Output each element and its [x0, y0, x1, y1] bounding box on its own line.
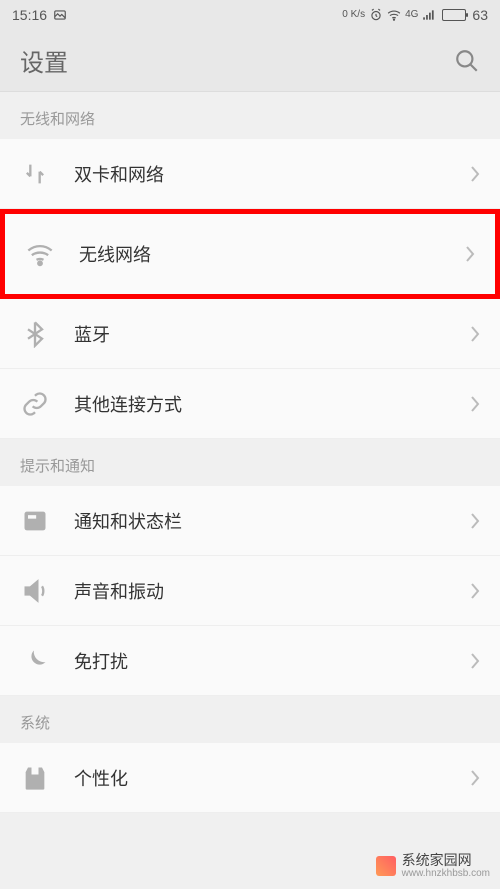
list-item-wifi[interactable]: 无线网络 [5, 214, 495, 294]
header: 设置 [0, 30, 500, 92]
list-item-label: 个性化 [74, 765, 470, 791]
status-time: 15:16 [12, 7, 47, 23]
watermark: 系统家园网 www.hnzkhbsb.com [376, 853, 490, 879]
chevron-right-icon [470, 652, 480, 670]
page-title: 设置 [20, 43, 68, 78]
battery-icon [440, 8, 468, 22]
bluetooth-icon [20, 319, 50, 349]
link-icon [20, 389, 50, 419]
wifi-icon [25, 239, 55, 269]
notification-icon [20, 506, 50, 536]
chevron-right-icon [470, 325, 480, 343]
chevron-right-icon [470, 769, 480, 787]
list-item-dnd[interactable]: 免打扰 [0, 626, 500, 696]
section-header-wireless: 无线和网络 [0, 92, 500, 139]
chevron-right-icon [470, 165, 480, 183]
moon-icon [20, 646, 50, 676]
watermark-main: 系统家园网 [402, 853, 490, 868]
list-item-status-bar[interactable]: 通知和状态栏 [0, 486, 500, 556]
watermark-logo-icon [376, 856, 396, 876]
chevron-right-icon [470, 582, 480, 600]
section-header-system: 系统 [0, 696, 500, 743]
picture-icon [53, 8, 67, 22]
signal-bars-icon [422, 8, 436, 22]
list-item-label: 免打扰 [74, 648, 470, 674]
list-item-label: 蓝牙 [74, 321, 470, 347]
personalize-icon [20, 763, 50, 793]
list-item-label: 通知和状态栏 [74, 508, 470, 534]
signal-4g-label: 4G [405, 10, 418, 20]
battery-percent: 63 [472, 7, 488, 23]
dual-sim-icon [20, 159, 50, 189]
alarm-icon [369, 8, 383, 22]
list-item-label: 双卡和网络 [74, 161, 470, 187]
chevron-right-icon [470, 395, 480, 413]
list-item-other-connections[interactable]: 其他连接方式 [0, 369, 500, 439]
watermark-sub: www.hnzkhbsb.com [402, 868, 490, 879]
list-item-dual-sim[interactable]: 双卡和网络 [0, 139, 500, 209]
chevron-right-icon [465, 245, 475, 263]
list-item-label: 无线网络 [79, 241, 465, 267]
list-item-sound[interactable]: 声音和振动 [0, 556, 500, 626]
sound-icon [20, 576, 50, 606]
list-item-personalize[interactable]: 个性化 [0, 743, 500, 813]
section-header-notifications: 提示和通知 [0, 439, 500, 486]
network-speed: 0 K/s [342, 10, 365, 20]
highlight-box: 无线网络 [0, 209, 500, 299]
list-item-label: 其他连接方式 [74, 391, 470, 417]
search-icon[interactable] [454, 48, 480, 74]
wifi-status-icon [387, 8, 401, 22]
list-item-bluetooth[interactable]: 蓝牙 [0, 299, 500, 369]
chevron-right-icon [470, 512, 480, 530]
status-bar: 15:16 0 K/s 4G 63 [0, 0, 500, 30]
list-item-label: 声音和振动 [74, 578, 470, 604]
